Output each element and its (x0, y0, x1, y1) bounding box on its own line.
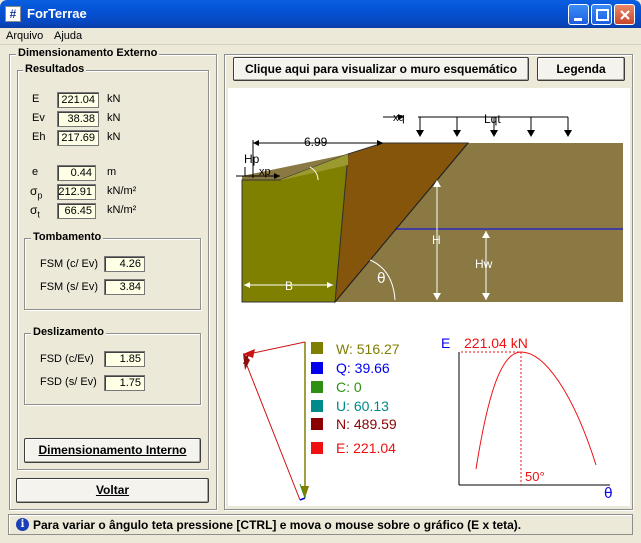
xp-label: xp (259, 166, 271, 178)
chart-e-curve[interactable] (475, 351, 597, 470)
chart-y-label: E (441, 335, 450, 351)
legend-e-label: E: 221.04 (336, 440, 396, 456)
info-icon: i (16, 518, 29, 531)
force-q-vector (299, 497, 306, 501)
status-text: Para variar o ângulo teta pressione [CTR… (33, 518, 522, 532)
legend-q-label: Q: 39.66 (336, 360, 390, 376)
lqt-label: Lqt (484, 112, 501, 126)
legend-e-swatch (311, 442, 323, 454)
width-arrow-left-icon (253, 140, 259, 146)
hw-label: Hw (475, 257, 493, 271)
legend-u-label: U: 60.13 (336, 398, 389, 414)
theta-label: θ (377, 271, 386, 287)
legend-w-label: W: 516.27 (336, 341, 400, 357)
h-label: H (432, 233, 441, 247)
b-label: B (285, 279, 293, 293)
xq-label: xq (393, 112, 405, 124)
force-n-vector (243, 357, 301, 501)
legend-u-swatch (311, 400, 323, 412)
legend-c-swatch (311, 381, 323, 393)
legend-c-label: C: 0 (336, 379, 362, 395)
legend-q-swatch (311, 362, 323, 374)
hp-label: Hp (244, 152, 260, 166)
legend-w-swatch (311, 342, 323, 354)
chart-peak-label: 221.04 kN (464, 335, 528, 351)
force-w-arrow-icon (301, 486, 309, 498)
width-value-label: 6.99 (304, 135, 328, 149)
diagram-svg: xq Lqt 6.99 Hp xp H Hw B θ W: 516.27 Q: … (236, 112, 623, 502)
chart-angle-label: 50° (525, 469, 545, 484)
legend-n-label: N: 489.59 (336, 416, 397, 432)
chart-x-label: θ (604, 486, 613, 502)
legend-n-swatch (311, 418, 323, 430)
